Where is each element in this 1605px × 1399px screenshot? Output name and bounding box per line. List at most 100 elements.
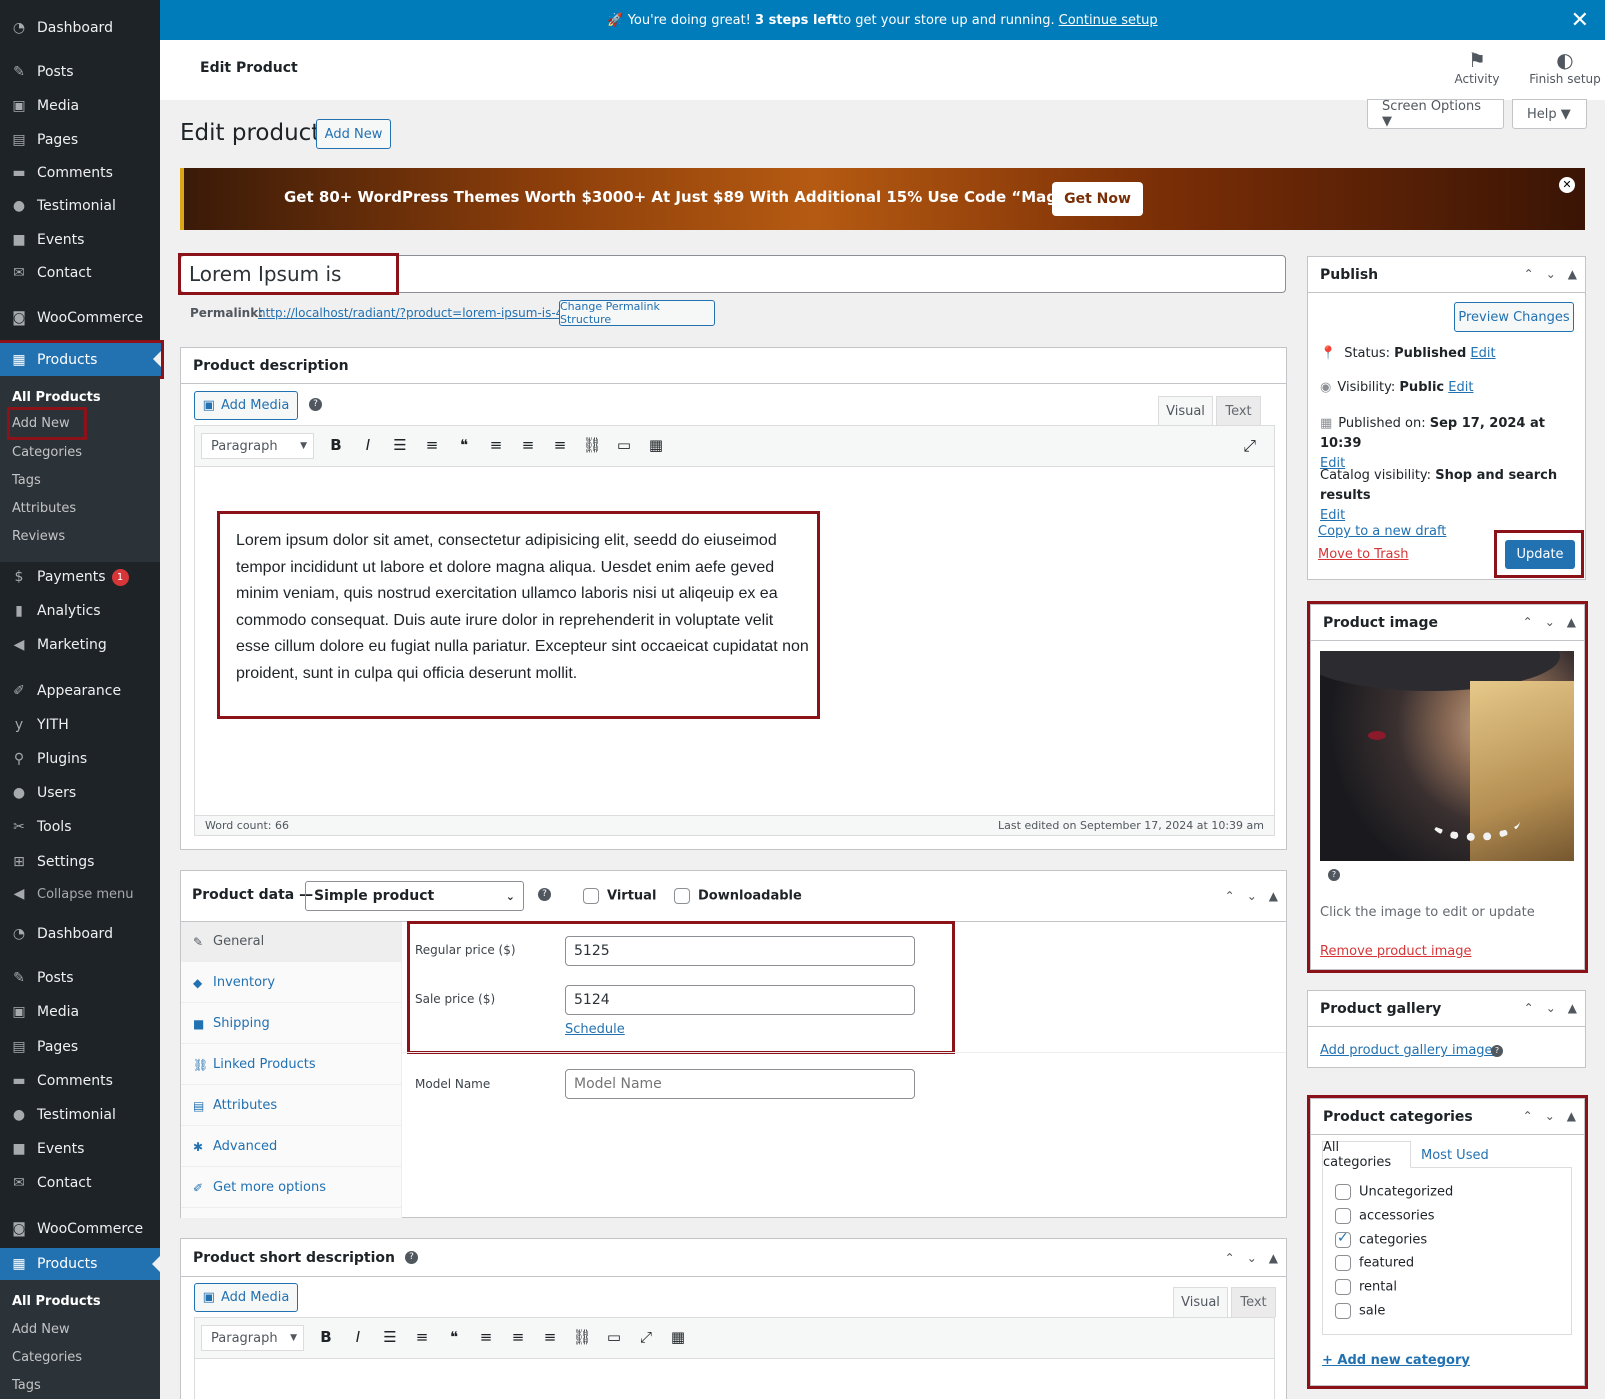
- schedule-link[interactable]: Schedule: [565, 1022, 625, 1037]
- activity-button[interactable]: ⚑ Activity: [1440, 48, 1514, 86]
- tab-general[interactable]: ✎ General: [181, 922, 401, 962]
- bullet-list-icon[interactable]: ☰: [374, 1328, 406, 1346]
- visibility-edit-link[interactable]: Edit: [1448, 380, 1473, 395]
- format-select[interactable]: Paragraph ▼: [201, 433, 314, 459]
- tab-attributes[interactable]: ▤ Attributes: [181, 1086, 401, 1126]
- editor-content[interactable]: Lorem ipsum dolor sit amet, consectetur …: [217, 511, 820, 719]
- help-icon[interactable]: ?: [404, 1251, 418, 1264]
- menu-users[interactable]: ● Users: [0, 777, 160, 809]
- numbered-list-icon[interactable]: ≡: [416, 436, 448, 454]
- toolbar-toggle-icon[interactable]: ▦: [662, 1328, 694, 1346]
- align-left-icon[interactable]: ≡: [470, 1328, 502, 1346]
- checkbox[interactable]: [1335, 1255, 1351, 1271]
- menu-woocommerce[interactable]: ◙ WooCommerce: [0, 302, 160, 334]
- read-more-icon[interactable]: ▭: [598, 1328, 630, 1346]
- submenu-tags[interactable]: Tags: [12, 473, 41, 488]
- align-right-icon[interactable]: ≡: [534, 1328, 566, 1346]
- tab-shipping[interactable]: ■ Shipping: [181, 1004, 401, 1044]
- tab-inventory[interactable]: ◆ Inventory: [181, 963, 401, 1003]
- permalink-link[interactable]: http://localhost/radiant/?product=lorem-…: [258, 306, 563, 320]
- get-now-button[interactable]: Get Now: [1052, 182, 1143, 216]
- chevron-down-icon[interactable]: ⌄: [1545, 615, 1555, 629]
- menu-contact[interactable]: ✉ Contact: [0, 257, 160, 289]
- menu-tools[interactable]: ✂ Tools: [0, 811, 160, 843]
- menu-comments-2[interactable]: ▬ Comments: [0, 1065, 160, 1097]
- chevron-down-icon[interactable]: ⌄: [1546, 1001, 1556, 1015]
- move-to-trash-link[interactable]: Move to Trash: [1318, 547, 1409, 562]
- bold-icon[interactable]: B: [310, 1328, 342, 1346]
- tab-linked-products[interactable]: ⛓ Linked Products: [181, 1045, 401, 1085]
- checkbox[interactable]: [1335, 1184, 1351, 1200]
- virtual-checkbox[interactable]: Virtual: [583, 888, 656, 904]
- category-featured[interactable]: featured: [1335, 1255, 1414, 1271]
- regular-price-input[interactable]: 5125: [565, 936, 915, 966]
- close-banner-icon[interactable]: ✕: [1559, 177, 1575, 193]
- checkbox[interactable]: [1335, 1303, 1351, 1319]
- chevron-up-icon[interactable]: ⌃: [1225, 1251, 1235, 1265]
- chevron-up-icon[interactable]: ⌃: [1523, 615, 1533, 629]
- model-name-input[interactable]: [565, 1069, 915, 1099]
- add-new-button[interactable]: Add New: [316, 119, 391, 149]
- link-icon[interactable]: ⛓: [566, 1328, 598, 1346]
- align-left-icon[interactable]: ≡: [480, 436, 512, 454]
- toggle-triangle-icon[interactable]: ▲: [1568, 267, 1577, 281]
- change-permalink-button[interactable]: Change Permalink Structure: [559, 300, 715, 326]
- chevron-down-icon[interactable]: ⌄: [1247, 889, 1257, 903]
- toggle-triangle-icon[interactable]: ▲: [1567, 615, 1576, 629]
- read-more-icon[interactable]: ▭: [608, 436, 640, 454]
- blockquote-icon[interactable]: ❝: [448, 436, 480, 454]
- tab-visual[interactable]: Visual: [1158, 396, 1213, 426]
- menu-media-2[interactable]: ▣ Media: [0, 996, 160, 1028]
- submenu-reviews[interactable]: Reviews: [12, 529, 65, 544]
- submenu-add-new[interactable]: Add New: [7, 407, 87, 440]
- tab-most-used[interactable]: Most Used: [1421, 1148, 1489, 1163]
- screen-options-button[interactable]: Screen Options ▼: [1367, 99, 1504, 129]
- menu-products[interactable]: ▦ Products: [0, 340, 164, 379]
- menu-pages-2[interactable]: ▤ Pages: [0, 1031, 160, 1063]
- menu-posts[interactable]: ✎ Posts: [0, 56, 160, 88]
- menu-pages[interactable]: ▤ Pages: [0, 124, 160, 156]
- help-icon[interactable]: ?: [1328, 869, 1340, 881]
- add-new-category-link[interactable]: + Add new category: [1322, 1353, 1470, 1368]
- finish-setup-button[interactable]: ◐ Finish setup: [1525, 48, 1605, 86]
- tab-advanced[interactable]: ✱ Advanced: [181, 1127, 401, 1167]
- catalog-edit-link[interactable]: Edit: [1320, 508, 1345, 523]
- remove-image-link[interactable]: Remove product image: [1320, 944, 1472, 959]
- submenu-add-new-2[interactable]: Add New: [12, 1322, 70, 1337]
- help-icon[interactable]: ?: [1491, 1045, 1503, 1057]
- close-icon[interactable]: ✕: [1571, 8, 1589, 33]
- help-icon[interactable]: ?: [538, 888, 551, 901]
- toggle-triangle-icon[interactable]: ▲: [1568, 1001, 1577, 1015]
- numbered-list-icon[interactable]: ≡: [406, 1328, 438, 1346]
- copy-draft-link[interactable]: Copy to a new draft: [1318, 524, 1446, 539]
- menu-yith[interactable]: y YITH: [0, 709, 160, 741]
- menu-events-2[interactable]: ■ Events: [0, 1133, 160, 1165]
- menu-media[interactable]: ▣ Media: [0, 90, 160, 122]
- align-center-icon[interactable]: ≡: [502, 1328, 534, 1346]
- category-uncategorized[interactable]: Uncategorized: [1335, 1184, 1453, 1200]
- menu-comments[interactable]: ▬ Comments: [0, 157, 160, 189]
- blockquote-icon[interactable]: ❝: [438, 1328, 470, 1346]
- add-gallery-images-link[interactable]: Add product gallery images: [1320, 1043, 1499, 1058]
- help-button[interactable]: Help ▼: [1512, 99, 1587, 129]
- checkbox[interactable]: [674, 888, 690, 904]
- toggle-triangle-icon[interactable]: ▲: [1269, 1251, 1278, 1265]
- menu-dashboard-2[interactable]: ◔ Dashboard: [0, 918, 160, 950]
- checkbox[interactable]: [1335, 1208, 1351, 1224]
- fullscreen-icon[interactable]: ⤢: [630, 1328, 662, 1346]
- category-categories[interactable]: categories: [1335, 1230, 1427, 1248]
- collapse-menu[interactable]: ◀ Collapse menu: [0, 878, 160, 910]
- toggle-triangle-icon[interactable]: ▲: [1567, 1109, 1576, 1123]
- menu-marketing[interactable]: ◀ Marketing: [0, 629, 160, 661]
- checkbox[interactable]: [1335, 1279, 1351, 1295]
- checkbox-checked[interactable]: [1335, 1230, 1351, 1248]
- bold-icon[interactable]: B: [320, 436, 352, 454]
- chevron-down-icon[interactable]: ⌄: [1545, 1109, 1555, 1123]
- fullscreen-icon[interactable]: ⤢: [1243, 436, 1256, 456]
- submenu-all-products-2[interactable]: All Products: [12, 1294, 101, 1309]
- format-select-2[interactable]: Paragraph ▼: [201, 1325, 304, 1351]
- tab-visual-2[interactable]: Visual: [1173, 1287, 1228, 1317]
- italic-icon[interactable]: I: [352, 436, 384, 454]
- menu-posts-2[interactable]: ✎ Posts: [0, 962, 160, 994]
- add-media-button-2[interactable]: ▣ Add Media: [194, 1283, 298, 1312]
